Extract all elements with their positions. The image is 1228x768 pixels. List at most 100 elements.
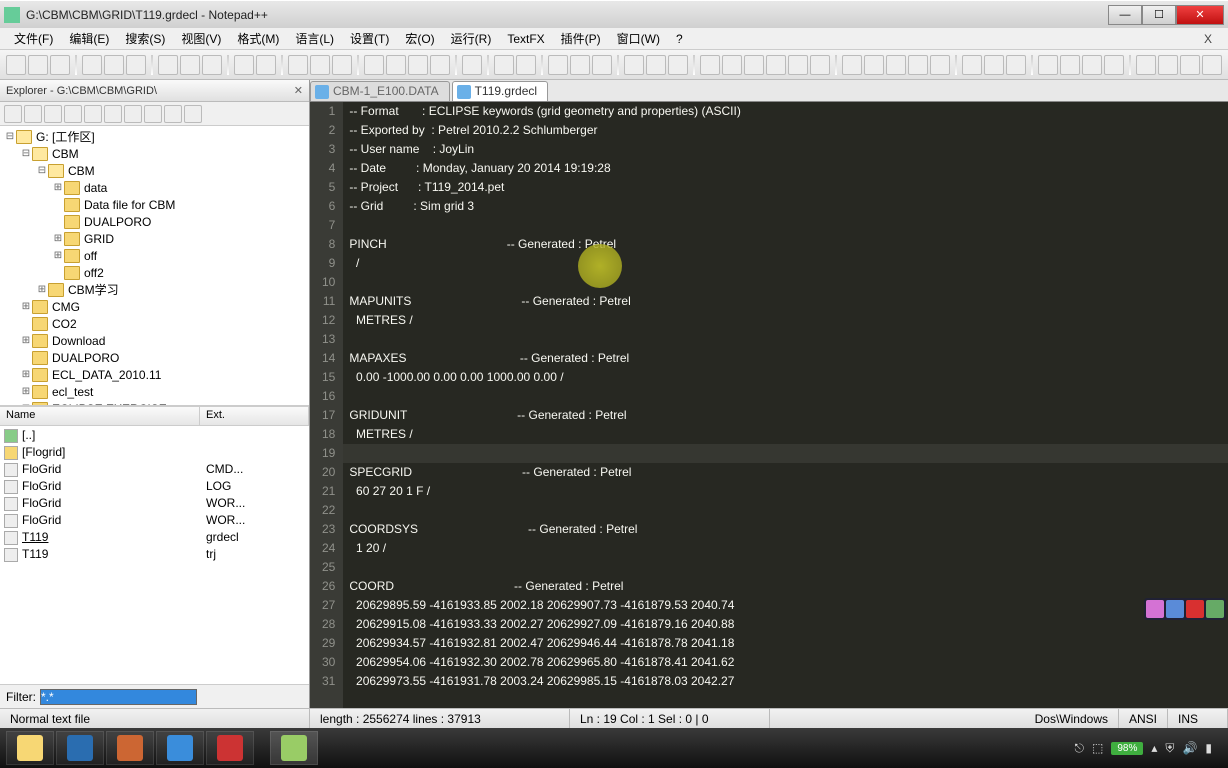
tree-item[interactable]: ⊞GRID: [0, 230, 309, 247]
explorer-tool-button[interactable]: [144, 105, 162, 123]
tree-item[interactable]: ⊞off: [0, 247, 309, 264]
menu-item[interactable]: 文件(F): [6, 28, 61, 49]
menu-item[interactable]: 插件(P): [553, 28, 609, 49]
menu-item[interactable]: 视图(V): [173, 28, 229, 49]
recorder-pause-icon[interactable]: [1166, 600, 1184, 618]
editor-tab[interactable]: T119.grdecl: [452, 81, 548, 101]
tree-item[interactable]: CO2: [0, 315, 309, 332]
editor-tab[interactable]: CBM-1_E100.DATA: [310, 81, 450, 101]
toolbar-button[interactable]: [104, 55, 124, 75]
file-row[interactable]: [..]: [0, 426, 309, 443]
menu-item[interactable]: 窗口(W): [609, 28, 668, 49]
tray-shield-icon[interactable]: ⛨: [1165, 741, 1174, 756]
task-app-1[interactable]: [56, 731, 104, 765]
file-list[interactable]: [..][Flogrid]FloGridCMD...FloGridLOGFloG…: [0, 426, 309, 684]
tray-chevron-icon[interactable]: ▴: [1151, 741, 1157, 755]
battery-indicator[interactable]: 98%: [1111, 742, 1143, 755]
tree-item[interactable]: ⊟CBM: [0, 145, 309, 162]
task-notepadpp[interactable]: [270, 731, 318, 765]
explorer-tool-button[interactable]: [44, 105, 62, 123]
menu-item[interactable]: TextFX: [499, 30, 552, 48]
toolbar-button[interactable]: [1104, 55, 1124, 75]
toolbar-button[interactable]: [984, 55, 1004, 75]
tree-item[interactable]: off2: [0, 264, 309, 281]
toolbar-button[interactable]: [930, 55, 950, 75]
toolbar-button[interactable]: [810, 55, 830, 75]
menu-item[interactable]: 搜索(S): [117, 28, 173, 49]
tree-item[interactable]: Data file for CBM: [0, 196, 309, 213]
toolbar-button[interactable]: [668, 55, 688, 75]
file-row[interactable]: T119trj: [0, 545, 309, 562]
maximize-button[interactable]: ☐: [1142, 5, 1176, 25]
menu-item[interactable]: 宏(O): [397, 28, 442, 49]
toolbar-button[interactable]: [886, 55, 906, 75]
tree-item[interactable]: ⊞Download: [0, 332, 309, 349]
toolbar-button[interactable]: [50, 55, 70, 75]
folder-tree[interactable]: ⊟G: [工作区]⊟CBM⊟CBM⊞dataData file for CBMD…: [0, 126, 309, 406]
screen-recorder-overlay[interactable]: [1144, 598, 1226, 620]
toolbar-button[interactable]: [1038, 55, 1058, 75]
toolbar-button[interactable]: [744, 55, 764, 75]
explorer-tool-button[interactable]: [124, 105, 142, 123]
toolbar-button[interactable]: [1136, 55, 1156, 75]
task-app-2[interactable]: [106, 731, 154, 765]
tree-item[interactable]: ⊟G: [工作区]: [0, 128, 309, 145]
toolbar-button[interactable]: [256, 55, 276, 75]
toolbar-button[interactable]: [1158, 55, 1178, 75]
menu-item[interactable]: 设置(T): [342, 28, 397, 49]
toolbar-button[interactable]: [6, 55, 26, 75]
toolbar-button[interactable]: [462, 55, 482, 75]
toolbar-button[interactable]: [624, 55, 644, 75]
menu-item[interactable]: ?: [668, 30, 691, 48]
explorer-tool-button[interactable]: [84, 105, 102, 123]
toolbar-button[interactable]: [570, 55, 590, 75]
toolbar-button[interactable]: [1180, 55, 1200, 75]
tree-item[interactable]: ⊞CMG: [0, 298, 309, 315]
col-name[interactable]: Name: [0, 407, 200, 425]
toolbar-button[interactable]: [722, 55, 742, 75]
toolbar-button[interactable]: [82, 55, 102, 75]
explorer-tool-button[interactable]: [4, 105, 22, 123]
code-area[interactable]: 1234567891011121314151617181920212223242…: [310, 102, 1228, 708]
toolbar-button[interactable]: [180, 55, 200, 75]
toolbar-button[interactable]: [202, 55, 222, 75]
toolbar-button[interactable]: [364, 55, 384, 75]
toolbar-button[interactable]: [28, 55, 48, 75]
recorder-stop-icon[interactable]: [1186, 600, 1204, 618]
explorer-tool-button[interactable]: [184, 105, 202, 123]
menu-close-doc[interactable]: X: [1194, 32, 1222, 46]
toolbar-button[interactable]: [908, 55, 928, 75]
toolbar-button[interactable]: [1060, 55, 1080, 75]
toolbar-button[interactable]: [494, 55, 514, 75]
toolbar-button[interactable]: [864, 55, 884, 75]
file-row[interactable]: T119grdecl: [0, 528, 309, 545]
tray-network-icon[interactable]: ▮: [1205, 741, 1212, 755]
toolbar-button[interactable]: [126, 55, 146, 75]
tree-item[interactable]: DUALPORO: [0, 349, 309, 366]
toolbar-button[interactable]: [430, 55, 450, 75]
toolbar-button[interactable]: [310, 55, 330, 75]
toolbar-button[interactable]: [592, 55, 612, 75]
toolbar-button[interactable]: [386, 55, 406, 75]
file-row[interactable]: FloGridCMD...: [0, 460, 309, 477]
toolbar-button[interactable]: [516, 55, 536, 75]
menu-item[interactable]: 格式(M): [229, 28, 287, 49]
toolbar-button[interactable]: [788, 55, 808, 75]
menu-item[interactable]: 语言(L): [287, 28, 342, 49]
explorer-tool-button[interactable]: [24, 105, 42, 123]
toolbar-button[interactable]: [1202, 55, 1222, 75]
filter-input[interactable]: [40, 689, 197, 705]
task-ie[interactable]: [156, 731, 204, 765]
file-row[interactable]: [Flogrid]: [0, 443, 309, 460]
toolbar-button[interactable]: [646, 55, 666, 75]
status-eol[interactable]: Dos\Windows: [1025, 709, 1119, 728]
toolbar-button[interactable]: [962, 55, 982, 75]
code-text[interactable]: -- Format : ECLIPSE keywords (grid geome…: [343, 102, 1228, 708]
tree-item[interactable]: ⊞CBM学习: [0, 281, 309, 298]
explorer-tool-button[interactable]: [164, 105, 182, 123]
task-pdf[interactable]: [206, 731, 254, 765]
col-ext[interactable]: Ext.: [200, 407, 309, 425]
file-row[interactable]: FloGridLOG: [0, 477, 309, 494]
file-row[interactable]: FloGridWOR...: [0, 494, 309, 511]
recorder-draw-icon[interactable]: [1206, 600, 1224, 618]
